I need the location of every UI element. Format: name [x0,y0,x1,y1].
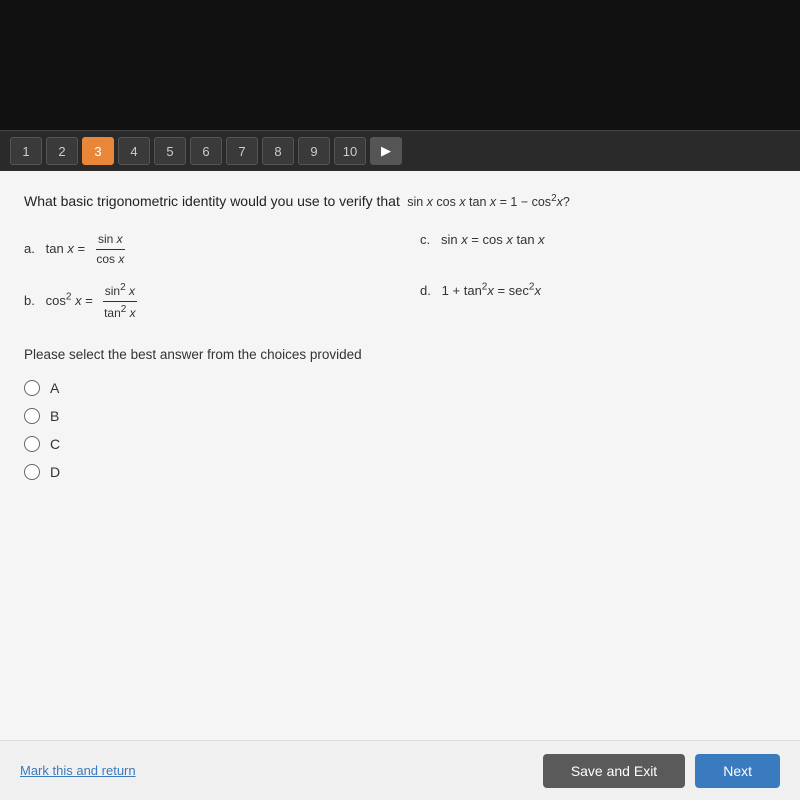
choices-grid: a. tan x = sin x cos x c. sin x = cos x … [24,230,776,323]
nav-btn-forward[interactable]: ▶ [370,137,402,165]
radio-label-a: A [50,380,59,396]
nav-btn-2[interactable]: 2 [46,137,78,165]
mark-return-link[interactable]: Mark this and return [20,763,136,778]
question-equation: sin x cos x tan x = 1 − cos2x? [404,195,570,209]
choice-d: d. 1 + tan2x = sec2x [420,280,776,323]
main-content: What basic trigonometric identity would … [0,171,800,740]
radio-circle-a[interactable] [24,380,40,396]
radio-option-a[interactable]: A [24,380,776,396]
question-prefix: What basic trigonometric identity would … [24,193,400,209]
choice-b: b. cos2 x = sin2 x tan2 x [24,280,380,323]
nav-btn-7[interactable]: 7 [226,137,258,165]
save-exit-button[interactable]: Save and Exit [543,754,685,788]
next-button[interactable]: Next [695,754,780,788]
footer-right: Save and Exit Next [543,754,780,788]
nav-btn-8[interactable]: 8 [262,137,294,165]
nav-btn-10[interactable]: 10 [334,137,366,165]
nav-btn-9[interactable]: 9 [298,137,330,165]
radio-label-b: B [50,408,59,424]
footer: Mark this and return Save and Exit Next [0,740,800,800]
radio-circle-d[interactable] [24,464,40,480]
radio-label-d: D [50,464,60,480]
question-nav-bar: 1 2 3 4 5 6 7 8 9 10 ▶ [0,130,800,171]
choice-a: a. tan x = sin x cos x [24,230,380,269]
radio-circle-c[interactable] [24,436,40,452]
nav-btn-3[interactable]: 3 [82,137,114,165]
nav-btn-5[interactable]: 5 [154,137,186,165]
radio-option-c[interactable]: C [24,436,776,452]
top-black-area [0,0,800,130]
radio-circle-b[interactable] [24,408,40,424]
question-text: What basic trigonometric identity would … [24,191,776,212]
nav-btn-4[interactable]: 4 [118,137,150,165]
nav-btn-6[interactable]: 6 [190,137,222,165]
radio-option-d[interactable]: D [24,464,776,480]
nav-btn-1[interactable]: 1 [10,137,42,165]
radio-group: A B C D [24,380,776,480]
instruction-text: Please select the best answer from the c… [24,347,776,362]
radio-option-b[interactable]: B [24,408,776,424]
choice-c: c. sin x = cos x tan x [420,230,776,269]
radio-label-c: C [50,436,60,452]
